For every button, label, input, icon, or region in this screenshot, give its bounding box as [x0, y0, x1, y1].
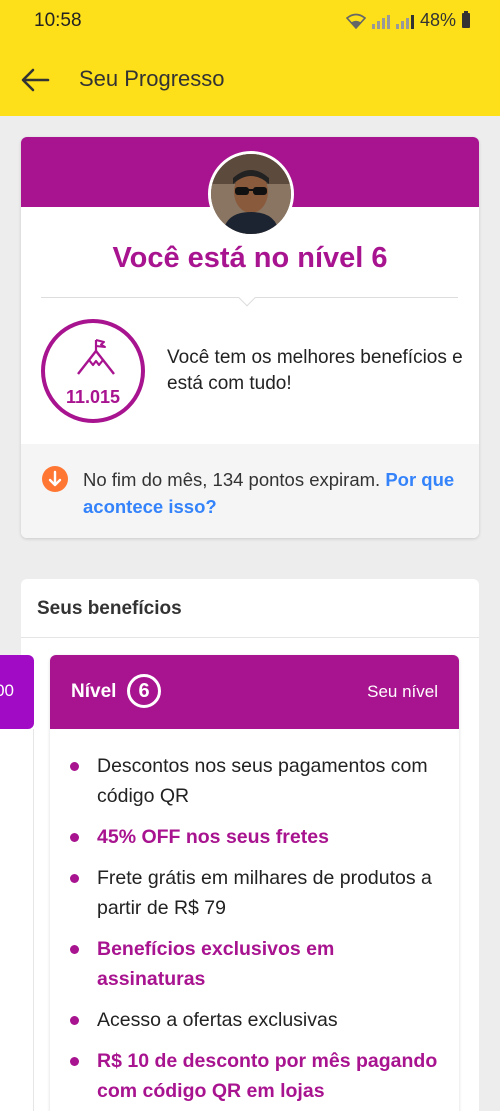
expiry-text-block: No fim do mês, 134 pontos expiram. Por q…	[83, 466, 463, 520]
list-item: Frete grátis em milhares de produtos a p…	[50, 863, 459, 923]
mountain-flag-icon	[75, 337, 117, 379]
list-item: Benefícios exclusivos em assinaturas	[50, 934, 459, 994]
wifi-icon	[345, 13, 366, 29]
avatar	[208, 151, 294, 237]
level-title: Você está no nível 6	[112, 242, 388, 274]
status-bar: 10:58 48%	[0, 0, 500, 44]
signal-icon-2	[395, 13, 414, 29]
list-item: Descontos nos seus pagamentos com código…	[50, 751, 459, 811]
page-title: Seu Progresso	[79, 66, 225, 91]
list-item: R$ 10 de desconto por mês pagando com có…	[50, 1046, 459, 1106]
points-expiry-notice: No fim do mês, 134 pontos expiram. Por q…	[21, 444, 479, 538]
divider	[21, 637, 479, 638]
status-icons: 48%	[345, 10, 470, 31]
app-bar: Seu Progresso	[0, 44, 500, 116]
benefits-title: Seus benefícios	[37, 598, 182, 619]
previous-tier-card[interactable]: 00	[0, 655, 34, 729]
expiry-text: No fim do mês, 134 pontos expiram.	[83, 469, 381, 490]
list-item: 45% OFF nos seus fretes	[50, 822, 459, 852]
battery-icon	[462, 11, 470, 28]
list-item: Acesso a ofertas exclusivas	[50, 1005, 459, 1035]
tier-number-badge: 6	[127, 674, 161, 708]
status-time: 10:58	[34, 10, 82, 31]
signal-icon	[371, 13, 390, 29]
level-description: Você tem os melhores benefícios e está c…	[167, 347, 463, 394]
arrow-down-circle-icon	[42, 466, 68, 492]
tier-header: Nível 6 Seu nível	[50, 655, 459, 729]
tier-label: Nível	[71, 681, 117, 702]
arrow-left-icon[interactable]	[18, 62, 54, 98]
current-tier-card[interactable]: Nível 6 Seu nível Descontos nos seus pag…	[50, 655, 459, 1111]
current-level-label: Seu nível	[367, 682, 438, 701]
previous-tier-body	[0, 729, 34, 1111]
level-card: Você está no nível 6 11.015 Você tem os …	[21, 137, 479, 538]
previous-tier-label: 00	[0, 681, 14, 700]
battery-percent: 48%	[419, 10, 456, 30]
points-badge: 11.015	[41, 319, 145, 423]
benefits-list: Descontos nos seus pagamentos com código…	[50, 751, 459, 1111]
divider-notch	[238, 289, 256, 307]
points-value: 11.015	[65, 387, 121, 407]
